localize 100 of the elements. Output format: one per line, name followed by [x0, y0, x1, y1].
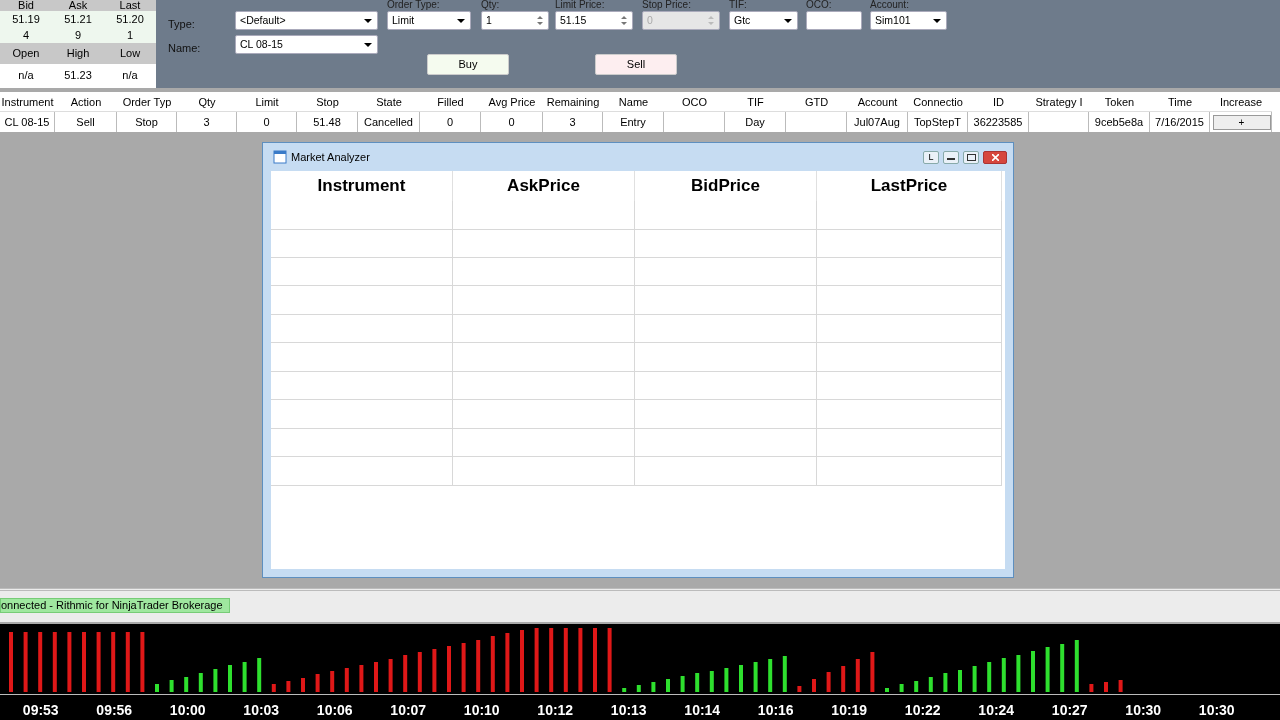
increase-button[interactable]: +	[1212, 115, 1271, 130]
price-value: 51.19	[11, 12, 41, 27]
connection-status: onnected - Rithmic for NinjaTrader Brokerage	[0, 598, 230, 613]
sell-button[interactable]: Sell	[595, 54, 677, 75]
field-label: Limit Price:	[555, 0, 605, 10]
column-header[interactable]: Stop	[297, 92, 358, 112]
stat-value: 51.23	[63, 68, 93, 83]
column-header: Bid	[17, 0, 35, 11]
dropdown[interactable]: Limit	[387, 11, 471, 30]
column-header[interactable]: Limit	[237, 92, 297, 112]
table-cell: 51.48	[297, 112, 358, 132]
axis-label: 10:16	[756, 701, 795, 720]
dropdown[interactable]: CL 08-15	[235, 35, 378, 54]
caret-icon	[363, 17, 373, 24]
caret-icon	[363, 41, 373, 48]
table-cell: 36223585	[968, 112, 1029, 132]
column-header[interactable]: Filled	[420, 92, 481, 112]
table-cell: 0	[420, 112, 481, 132]
column-header[interactable]: Strategy I	[1029, 92, 1089, 112]
caret-icon	[783, 17, 793, 24]
size-value: 1	[125, 28, 135, 43]
table-cell: TopStepT	[908, 112, 968, 132]
column-header[interactable]: Instrument	[0, 92, 55, 112]
size-value: 4	[21, 28, 31, 43]
table-cell: Entry	[603, 112, 664, 132]
minimize-button[interactable]	[943, 150, 959, 164]
close-button[interactable]	[983, 150, 1007, 164]
maximize-button[interactable]	[963, 150, 979, 164]
axis-label: 10:22	[903, 701, 942, 720]
column-header[interactable]: ID	[968, 92, 1029, 112]
spin-field[interactable]: 51.15	[555, 11, 633, 30]
column-header[interactable]: OCO	[664, 92, 725, 112]
axis-label: 10:06	[315, 701, 354, 720]
axis-label: 10:00	[168, 701, 207, 720]
axis-label: 10:07	[389, 701, 428, 720]
column-header: High	[65, 46, 91, 61]
column-header[interactable]: AskPrice	[453, 171, 635, 201]
column-header[interactable]: Token	[1089, 92, 1150, 112]
window-icon	[273, 150, 287, 164]
column-header[interactable]: State	[358, 92, 420, 112]
table-cell: 3	[543, 112, 603, 132]
table-cell: CL 08-15	[0, 112, 55, 132]
field-label: TIF:	[729, 0, 747, 10]
axis-label: 10:19	[830, 701, 869, 720]
table-cell: Day	[725, 112, 786, 132]
field-label: Qty:	[481, 0, 500, 10]
column-header[interactable]: GTD	[786, 92, 847, 112]
price-value: 51.21	[63, 12, 93, 27]
dropdown[interactable]: Gtc	[729, 11, 798, 30]
column-header[interactable]: BidPrice	[635, 171, 817, 201]
maximize-icon	[966, 153, 976, 161]
price-value: 51.20	[115, 12, 145, 27]
table-cell: 3	[177, 112, 237, 132]
field-label: Name:	[168, 41, 201, 56]
stat-value: n/a	[17, 68, 35, 83]
column-header[interactable]: Account	[847, 92, 908, 112]
dropdown[interactable]: <Default>	[235, 11, 378, 30]
field-label: Stop Price:	[642, 0, 691, 10]
table-cell: Sell	[55, 112, 117, 132]
column-header[interactable]: Remaining	[543, 92, 603, 112]
column-header[interactable]: Order Typ	[117, 92, 177, 112]
column-header[interactable]: Time	[1150, 92, 1210, 112]
axis-label: 10:13	[609, 701, 648, 720]
column-header[interactable]: Avg Price	[481, 92, 543, 112]
dropdown[interactable]: Sim101	[870, 11, 947, 30]
column-header: Last	[118, 0, 142, 11]
column-header: Open	[11, 46, 41, 61]
axis-label: 10:10	[462, 701, 501, 720]
stat-value: n/a	[121, 68, 139, 83]
size-value: 9	[73, 28, 83, 43]
column-header[interactable]: Instrument	[271, 171, 453, 201]
caret-icon	[456, 17, 466, 24]
axis-label: 09:53	[21, 701, 60, 720]
caret-icon	[932, 17, 942, 24]
field-label: OCO:	[806, 0, 832, 10]
table-cell: 0	[237, 112, 297, 132]
field-label: Order Type:	[387, 0, 440, 10]
text-field[interactable]	[806, 11, 862, 30]
column-header[interactable]: Connectio	[908, 92, 968, 112]
column-header[interactable]: Name	[603, 92, 664, 112]
table-cell: 7/16/2015	[1150, 112, 1210, 132]
window-title: Market Analyzer	[291, 149, 371, 165]
table-cell: Jul07Aug	[847, 112, 908, 132]
axis-label: 10:12	[536, 701, 575, 720]
column-header[interactable]: Qty	[177, 92, 237, 112]
buy-button[interactable]: Buy	[427, 54, 509, 75]
column-header[interactable]: LastPrice	[817, 171, 1002, 201]
field-label: Type:	[168, 17, 195, 32]
axis-label: 10:27	[1050, 701, 1089, 720]
column-header[interactable]: TIF	[725, 92, 786, 112]
link-button[interactable]: L	[923, 150, 939, 164]
column-header[interactable]: Increase	[1210, 92, 1272, 112]
table-cell: 0	[481, 112, 543, 132]
axis-label: 10:30	[1124, 701, 1163, 720]
column-header: Low	[118, 46, 142, 61]
field-label: Account:	[870, 0, 909, 10]
close-icon	[991, 153, 999, 161]
column-header[interactable]: Action	[55, 92, 117, 112]
table-cell: 9ceb5e8a	[1089, 112, 1150, 132]
spin-field[interactable]: 1	[481, 11, 549, 30]
